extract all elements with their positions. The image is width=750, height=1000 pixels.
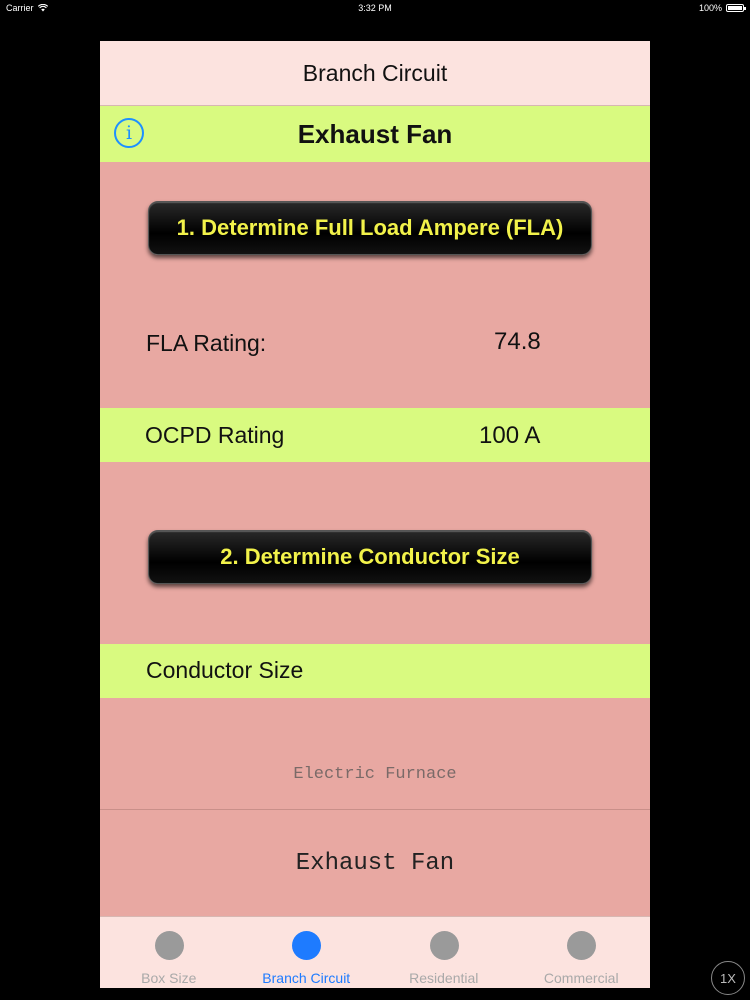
- conductor-size-label: Conductor Size: [146, 657, 304, 683]
- info-icon[interactable]: i: [114, 118, 144, 148]
- ocpd-rating-row: OCPD Rating 100 A: [100, 408, 650, 462]
- fla-rating-label: FLA Rating:: [146, 330, 267, 356]
- determine-conductor-size-button[interactable]: 2. Determine Conductor Size: [148, 530, 592, 584]
- circle-icon: [154, 931, 184, 960]
- picker-divider-top: [100, 809, 650, 810]
- circle-icon: [567, 931, 597, 960]
- battery-percent: 100%: [698, 3, 722, 13]
- calculator-title: Exhaust Fan: [297, 118, 453, 149]
- tab-branch-circuit[interactable]: Branch Circuit: [238, 917, 376, 988]
- picker-item-exhaust-fan[interactable]: Exhaust Fan: [100, 850, 650, 877]
- determine-fla-button[interactable]: 1. Determine Full Load Ampere (FLA): [148, 201, 592, 255]
- fla-rating-value: 74.8: [494, 328, 541, 355]
- app-window: Branch Circuit i Exhaust Fan 1. Determin…: [100, 41, 650, 988]
- tab-box-size[interactable]: Box Size: [100, 917, 238, 988]
- ocpd-rating-label: OCPD Rating: [145, 422, 285, 448]
- battery-indicator: 100%: [698, 3, 746, 13]
- conductor-size-row: Conductor Size: [100, 644, 650, 698]
- status-bar: Carrier 3:32 PM 100%: [0, 0, 750, 16]
- navigation-bar: Branch Circuit: [100, 41, 650, 106]
- tab-label-residential: Residential: [409, 970, 479, 986]
- nav-title: Branch Circuit: [302, 59, 448, 86]
- circle-icon: [429, 931, 459, 960]
- tab-label-commercial: Commercial: [543, 970, 619, 986]
- clock: 3:32 PM: [358, 3, 392, 13]
- picker-item-electric-furnace[interactable]: Electric Furnace: [100, 765, 650, 784]
- tab-label-box-size: Box Size: [141, 970, 197, 986]
- tab-residential[interactable]: Residential: [375, 917, 513, 988]
- calculator-header: i Exhaust Fan: [100, 106, 650, 162]
- circle-icon: [292, 931, 322, 960]
- tab-bar: Box Size Branch Circuit Residential Comm…: [100, 916, 650, 988]
- zoom-toggle-button[interactable]: 1X: [711, 961, 745, 995]
- tab-commercial[interactable]: Commercial: [513, 917, 651, 988]
- tab-label-branch-circuit: Branch Circuit: [262, 970, 351, 986]
- ocpd-rating-value: 100 A: [479, 422, 541, 449]
- battery-icon: [726, 4, 746, 12]
